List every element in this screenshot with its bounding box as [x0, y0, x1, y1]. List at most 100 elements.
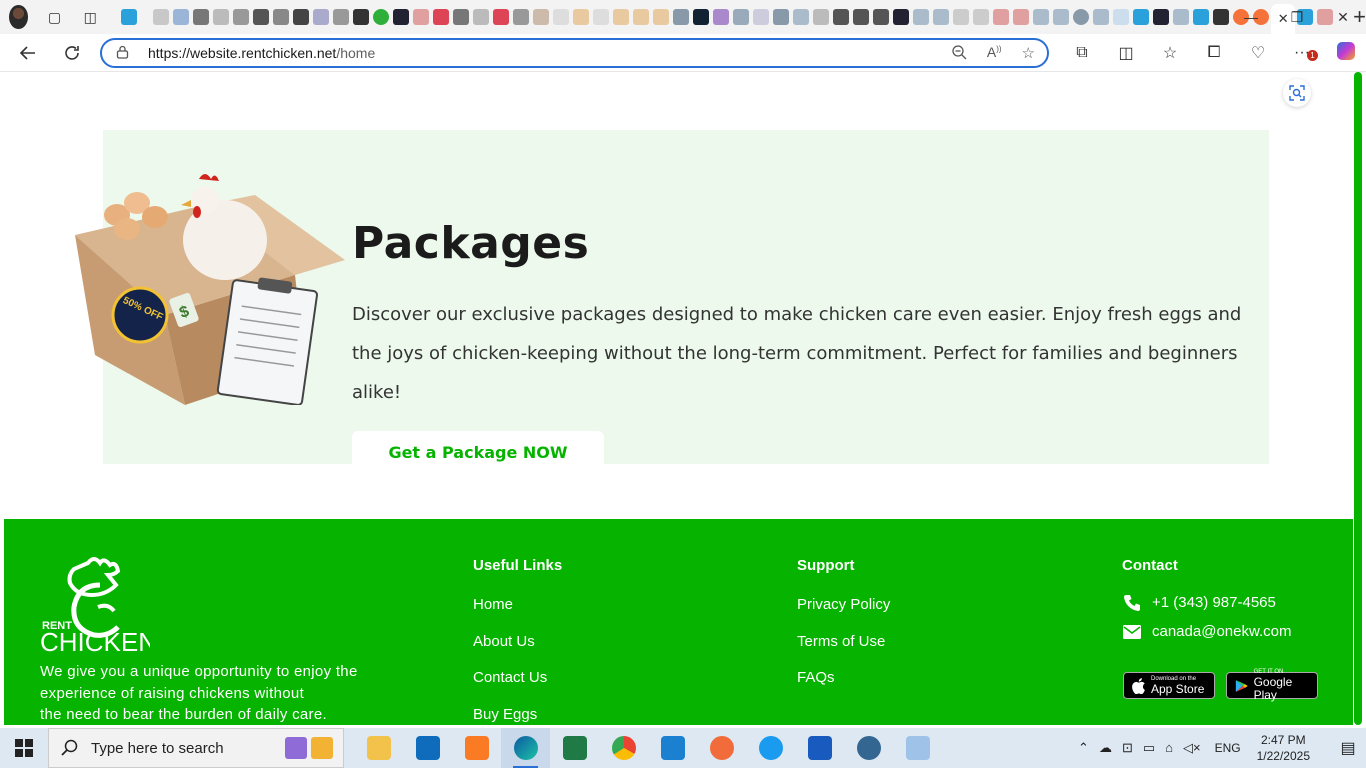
security-icon[interactable]: ⊡ [1122, 740, 1133, 756]
tab-favicon[interactable] [773, 9, 790, 25]
tab-favicon[interactable] [573, 9, 590, 25]
tab-favicon[interactable] [1053, 9, 1070, 25]
tab-favicon[interactable] [253, 9, 270, 25]
app-blue-icon[interactable] [746, 728, 795, 768]
copilot-icon[interactable] [1324, 41, 1366, 65]
postgres-icon[interactable] [844, 728, 893, 768]
workspaces-icon[interactable]: ▢ [44, 3, 66, 31]
extensions-icon[interactable]: ⧉ [1060, 44, 1104, 62]
back-button[interactable] [8, 34, 48, 72]
tab-favicon[interactable] [793, 9, 810, 25]
outlook-icon[interactable] [403, 728, 452, 768]
tab-favicon[interactable] [393, 9, 410, 25]
tab-favicon[interactable] [433, 9, 450, 25]
split-screen-icon[interactable]: ◫ [1104, 43, 1148, 63]
tab-favicon[interactable] [693, 9, 710, 25]
tab-favicon[interactable] [933, 9, 950, 25]
network-icon[interactable]: ⌂ [1165, 740, 1173, 756]
tab-favicon[interactable] [733, 9, 750, 25]
tab-favicon[interactable] [413, 9, 430, 25]
tab-favicon[interactable] [873, 9, 890, 25]
tab-favicon[interactable] [1073, 9, 1090, 25]
minimize-button[interactable]: — [1228, 0, 1274, 34]
get-package-button[interactable]: Get a Package NOW [352, 431, 604, 473]
tab-favicon[interactable] [373, 9, 390, 25]
tab-favicon[interactable] [1013, 9, 1030, 25]
postman-icon[interactable] [697, 728, 746, 768]
excel-icon[interactable] [550, 728, 599, 768]
show-hidden-icons-icon[interactable]: ⌃ [1078, 740, 1089, 756]
tab-favicon[interactable] [833, 9, 850, 25]
tab-favicon[interactable] [513, 9, 530, 25]
tab-favicon[interactable] [553, 9, 570, 25]
tab-favicon[interactable] [1153, 9, 1170, 25]
tab-favicon[interactable] [233, 9, 250, 25]
tab-favicon[interactable] [273, 9, 290, 25]
tab-favicon[interactable] [673, 9, 690, 25]
tab-favicon[interactable] [1093, 9, 1110, 25]
tab-favicon[interactable] [473, 9, 490, 25]
tab-favicon[interactable] [1033, 9, 1050, 25]
contact-email[interactable]: canada@onekw.com [1122, 617, 1291, 646]
close-window-button[interactable]: ✕ [1320, 0, 1366, 34]
tab-favicon[interactable] [1193, 9, 1210, 25]
footer-link-home[interactable]: Home [473, 596, 562, 633]
edge-browser-icon[interactable] [501, 728, 550, 768]
page-scrollbar[interactable] [1353, 72, 1362, 725]
tab-favicon[interactable] [533, 9, 550, 25]
tab-favicon[interactable] [633, 9, 650, 25]
tab-favicon[interactable] [193, 9, 210, 25]
taskbar-clock[interactable]: 2:47 PM 1/22/2025 [1257, 732, 1310, 764]
language-indicator[interactable]: ENG [1215, 741, 1241, 755]
collections-icon[interactable]: ⧠ [1192, 44, 1236, 62]
tab-favicon[interactable] [1113, 9, 1130, 25]
chrome-icon[interactable] [599, 728, 648, 768]
tab-favicon[interactable] [653, 9, 670, 25]
search-highlight-icon[interactable] [285, 737, 333, 759]
tab-favicon[interactable] [993, 9, 1010, 25]
contact-phone[interactable]: +1 (343) 987-4565 [1122, 588, 1291, 617]
tab-favicon[interactable] [121, 9, 138, 25]
footer-link-privacy[interactable]: Privacy Policy [797, 596, 890, 633]
footer-link-faqs[interactable]: FAQs [797, 669, 890, 706]
tab-favicon[interactable] [173, 9, 190, 25]
tab-favicon[interactable] [213, 9, 230, 25]
tab-favicon[interactable] [973, 9, 990, 25]
tab-favicon[interactable] [353, 9, 370, 25]
start-button[interactable] [0, 728, 48, 768]
tab-favicon[interactable] [313, 9, 330, 25]
tab-favicon[interactable] [593, 9, 610, 25]
app-store-badge[interactable]: Download on the App Store [1123, 672, 1215, 699]
file-explorer-icon[interactable] [354, 728, 403, 768]
xampp-icon[interactable] [452, 728, 501, 768]
tab-actions-icon[interactable]: ◫ [79, 3, 101, 31]
url-field[interactable]: https://website.rentchicken.net/home A))… [100, 38, 1049, 68]
tab-favicon[interactable] [1133, 9, 1150, 25]
read-aloud-icon[interactable]: A)) [987, 44, 1002, 64]
rent-chicken-logo[interactable]: RENT CHICKEN [40, 555, 150, 653]
tab-favicon[interactable] [753, 9, 770, 25]
tab-favicon[interactable] [953, 9, 970, 25]
notes-app-icon[interactable] [893, 728, 942, 768]
tab-favicon[interactable] [1173, 9, 1190, 25]
tab-favicon[interactable] [613, 9, 630, 25]
footer-link-terms[interactable]: Terms of Use [797, 633, 890, 670]
word-icon[interactable] [795, 728, 844, 768]
visual-search-button[interactable] [1283, 79, 1311, 107]
vscode-icon[interactable] [648, 728, 697, 768]
taskbar-search-box[interactable]: Type here to search [48, 728, 344, 768]
tab-favicon[interactable] [293, 9, 310, 25]
tab-favicon[interactable] [333, 9, 350, 25]
google-play-badge[interactable]: GET IT ON Google Play [1226, 669, 1318, 702]
profile-avatar[interactable] [9, 5, 28, 29]
volume-icon[interactable]: ◁× [1183, 740, 1201, 756]
tab-favicon[interactable] [1213, 9, 1230, 25]
tab-favicon[interactable] [453, 9, 470, 25]
tab-favicon[interactable] [153, 9, 170, 25]
url-text[interactable]: https://website.rentchicken.net/home [148, 45, 375, 61]
tab-favicon[interactable] [713, 9, 730, 25]
notification-center-icon[interactable]: ▤ [1330, 738, 1366, 758]
footer-link-buy-eggs[interactable]: Buy Eggs [473, 706, 562, 726]
footer-link-about[interactable]: About Us [473, 633, 562, 670]
favorite-star-icon[interactable]: ☆ [1022, 44, 1035, 64]
